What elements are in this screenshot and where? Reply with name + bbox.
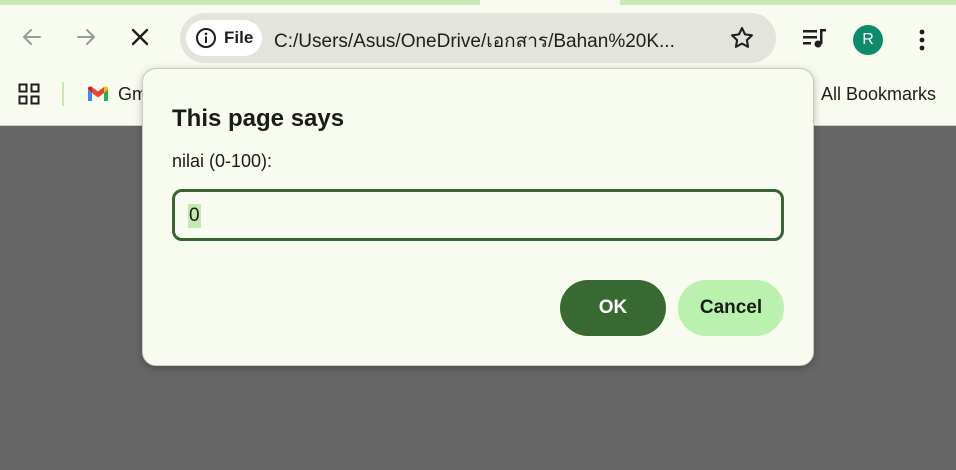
all-bookmarks-button[interactable]: All Bookmarks bbox=[821, 84, 936, 105]
apps-grid-icon[interactable] bbox=[18, 83, 40, 105]
site-info-chip[interactable]: File bbox=[186, 20, 262, 56]
prompt-input[interactable]: 0 bbox=[172, 189, 784, 241]
kebab-menu-icon[interactable] bbox=[912, 25, 932, 55]
gmail-icon bbox=[87, 85, 109, 103]
profile-avatar[interactable]: R bbox=[853, 25, 883, 55]
info-icon bbox=[195, 27, 217, 49]
stop-loading-icon bbox=[131, 28, 149, 46]
site-chip-label: File bbox=[224, 28, 254, 47]
dialog-title: This page says bbox=[172, 105, 345, 132]
bookmarks-separator bbox=[62, 82, 64, 106]
forward-arrow-icon bbox=[77, 29, 95, 45]
dialog-message: nilai (0-100): bbox=[172, 151, 273, 171]
toolbar: File C:/Users/Asus/OneDrive/เอกสาร/Bahan… bbox=[0, 5, 956, 71]
cancel-button[interactable]: Cancel bbox=[678, 280, 784, 336]
stop-button[interactable] bbox=[122, 19, 158, 55]
forward-button[interactable] bbox=[68, 19, 104, 55]
address-bar[interactable]: File C:/Users/Asus/OneDrive/เอกสาร/Bahan… bbox=[180, 13, 776, 63]
prompt-input-value: 0 bbox=[188, 204, 201, 228]
media-queue-icon[interactable] bbox=[800, 26, 830, 52]
star-icon[interactable] bbox=[728, 24, 756, 52]
ok-button[interactable]: OK bbox=[560, 280, 666, 336]
back-button[interactable] bbox=[14, 19, 50, 55]
url-text[interactable]: C:/Users/Asus/OneDrive/เอกสาร/Bahan%20K.… bbox=[274, 26, 714, 56]
prompt-dialog: This page says nilai (0-100): 0 OK Cance… bbox=[142, 68, 814, 366]
back-arrow-icon bbox=[23, 29, 41, 45]
